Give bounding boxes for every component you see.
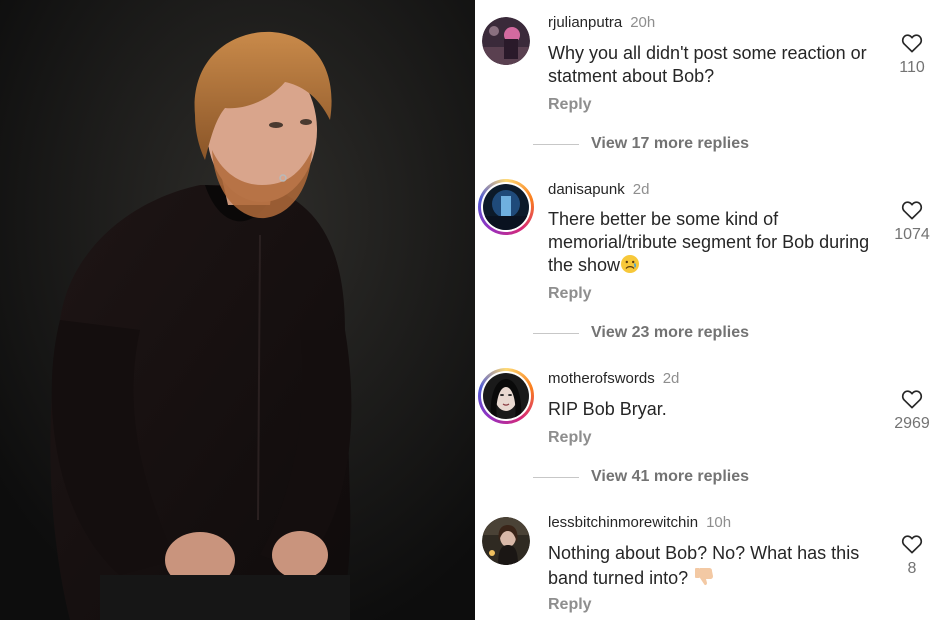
avatar[interactable] [478,368,534,424]
divider-line [533,143,579,145]
portrait-photo [0,0,475,620]
heart-outline-icon[interactable] [901,534,923,554]
view-more-label[interactable]: View 41 more replies [591,468,749,486]
reply-button[interactable]: Reply [548,596,592,614]
thumbs-down-emoji [693,565,715,593]
avatar[interactable] [478,179,534,235]
like-count: 2969 [894,415,930,432]
like-control[interactable]: 1074 [880,200,944,244]
avatar[interactable] [482,17,530,65]
like-control[interactable]: 2969 [880,389,944,433]
timestamp: 10h [706,514,732,531]
comment-text: Why you all didn't post some reaction or… [548,43,867,86]
comment-text: Nothing about Bob? No? What has this ban… [548,542,878,593]
comment-meta: rjulianputra 20h [548,14,655,31]
comment-meta: motherofswords 2d [548,370,679,387]
timestamp: 2d [662,370,680,387]
comment-text: There better be some kind of memorial/tr… [548,208,878,280]
view-more-replies[interactable]: View 41 more replies [533,467,749,487]
view-more-label[interactable]: View 23 more replies [591,324,749,342]
like-count: 1074 [894,226,930,243]
username[interactable]: rjulianputra [548,14,622,31]
avatar[interactable] [482,517,530,565]
heart-outline-icon[interactable] [901,200,923,220]
username[interactable]: motherofswords [548,370,655,387]
view-more-replies[interactable]: View 23 more replies [533,323,749,343]
divider-line [533,332,579,334]
avatar-image [482,17,530,65]
portrait-illustration [0,0,475,620]
reply-button[interactable]: Reply [548,96,592,114]
comments-panel: rjulianputra 20h Why you all didn't post … [475,0,950,620]
timestamp: 2d [632,181,650,198]
avatar-image [483,184,529,230]
like-count: 8 [907,560,917,577]
divider-line [533,476,579,478]
like-control[interactable]: 8 [880,534,944,578]
timestamp: 20h [630,14,656,31]
avatar-image [482,517,530,565]
comment-text-content: There better be some kind of memorial/tr… [548,209,870,275]
comment-meta: lessbitchinmorewitchin 10h [548,514,731,531]
heart-outline-icon[interactable] [901,389,923,409]
comment-meta: danisapunk 2d [548,181,649,198]
reply-button[interactable]: Reply [548,429,592,447]
view-more-replies[interactable]: View 17 more replies [533,134,749,154]
heart-outline-icon[interactable] [901,33,923,53]
like-control[interactable]: 110 [880,33,944,77]
sad-face-emoji [620,254,640,280]
reply-button[interactable]: Reply [548,285,592,303]
like-count: 110 [899,59,925,76]
view-more-label[interactable]: View 17 more replies [591,135,749,153]
comment-text: RIP Bob Bryar. [548,399,667,419]
username[interactable]: danisapunk [548,181,625,198]
username[interactable]: lessbitchinmorewitchin [548,514,698,531]
avatar-image [483,373,529,419]
